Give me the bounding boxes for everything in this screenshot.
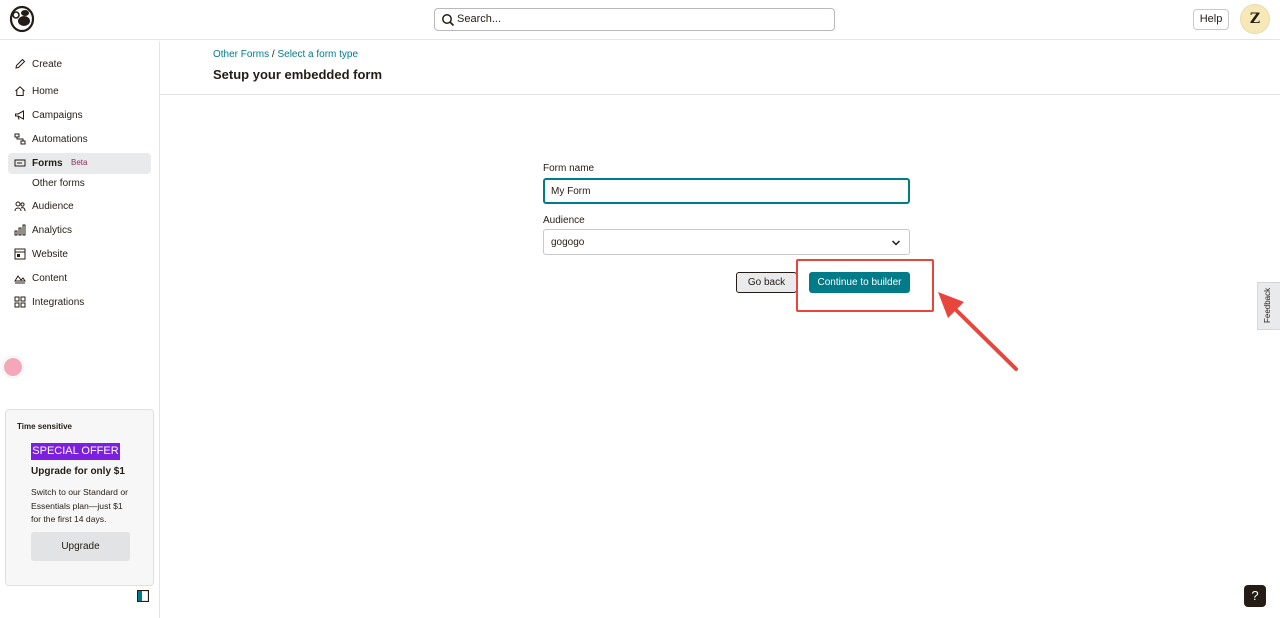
- website-icon: [14, 248, 26, 260]
- translate-icon[interactable]: [3, 357, 23, 377]
- form-icon: [14, 159, 26, 167]
- sidebar-item-label: Automations: [32, 134, 88, 145]
- audience-selected-value: gogogo: [551, 237, 585, 248]
- search-placeholder: Search...: [457, 13, 502, 25]
- help-question-button[interactable]: ?: [1244, 585, 1266, 607]
- top-bar: Search... Help Z: [0, 0, 1280, 40]
- sidebar: Create Home Campaigns Automations Forms …: [0, 41, 160, 618]
- special-offer-badge: SPECIAL OFFER: [31, 443, 120, 460]
- annotation-arrow-icon: [938, 292, 1018, 371]
- beta-badge: Beta: [71, 158, 88, 167]
- sidebar-item-website[interactable]: Website: [8, 244, 151, 265]
- feedback-label: Feedback: [1263, 287, 1272, 323]
- sidebar-item-audience[interactable]: Audience: [8, 196, 151, 217]
- page-title: Setup your embedded form: [213, 67, 383, 82]
- promo-title: Upgrade for only $1: [31, 466, 125, 477]
- sidebar-item-label: Audience: [32, 201, 74, 212]
- breadcrumb-other-forms[interactable]: Other Forms: [213, 49, 269, 60]
- form-name-label: Form name: [543, 163, 595, 174]
- pencil-icon: [15, 58, 26, 69]
- audience-select[interactable]: gogogo: [543, 229, 910, 255]
- search-box[interactable]: Search...: [434, 8, 835, 31]
- home-icon: [15, 86, 25, 96]
- megaphone-icon: [15, 110, 24, 120]
- sidebar-item-label: Integrations: [32, 297, 85, 308]
- feedback-tab[interactable]: Feedback: [1257, 282, 1280, 330]
- content-icon: [14, 275, 26, 284]
- mailchimp-logo-icon[interactable]: [9, 5, 35, 33]
- chevron-down-icon: [891, 240, 901, 246]
- sidebar-item-label: Create: [32, 59, 63, 70]
- sidebar-item-content[interactable]: Content: [8, 268, 151, 289]
- sidebar-item-label: Home: [32, 86, 59, 97]
- sidebar-item-analytics[interactable]: Analytics: [8, 220, 151, 241]
- breadcrumb-separator: /: [271, 49, 275, 60]
- grid-icon: [14, 296, 26, 308]
- sidebar-item-label: Forms: [32, 158, 63, 169]
- avatar[interactable]: Z: [1240, 4, 1270, 34]
- sidebar-item-campaigns[interactable]: Campaigns: [8, 105, 151, 126]
- breadcrumb: Other Forms / Select a form type: [213, 49, 358, 60]
- audience-label: Audience: [543, 215, 585, 226]
- breadcrumb-select-form-type[interactable]: Select a form type: [277, 49, 358, 60]
- sidebar-item-label: Campaigns: [32, 110, 83, 121]
- sidebar-item-automations[interactable]: Automations: [8, 129, 151, 150]
- bar-chart-icon: [14, 224, 26, 236]
- flow-icon: [14, 133, 26, 145]
- audience-icon: [14, 201, 26, 212]
- form-name-input[interactable]: [543, 178, 910, 204]
- sidebar-item-label: Analytics: [32, 225, 73, 236]
- sidebar-item-home[interactable]: Home: [8, 81, 151, 102]
- header-divider: [160, 94, 1280, 95]
- sidebar-item-forms[interactable]: Forms Beta: [8, 153, 151, 174]
- sidebar-item-label: Content: [32, 273, 68, 284]
- promo-text: Switch to our Standard or Essentials pla…: [31, 487, 128, 524]
- go-back-button[interactable]: Go back: [736, 272, 797, 293]
- help-button[interactable]: Help: [1193, 9, 1229, 30]
- sidebar-subitem-other-forms[interactable]: Other forms: [32, 178, 85, 189]
- search-icon: [442, 14, 455, 27]
- promo-time-sensitive: Time sensitive: [17, 422, 72, 431]
- sidebar-collapse-icon[interactable]: [137, 590, 149, 602]
- upgrade-button[interactable]: Upgrade: [31, 532, 130, 561]
- sidebar-item-integrations[interactable]: Integrations: [8, 292, 151, 313]
- sidebar-item-label: Website: [32, 249, 68, 260]
- upgrade-promo-card: Time sensitive SPECIAL OFFER Upgrade for…: [5, 409, 154, 586]
- continue-to-builder-button[interactable]: Continue to builder: [809, 272, 910, 293]
- sidebar-item-create[interactable]: Create: [8, 54, 151, 75]
